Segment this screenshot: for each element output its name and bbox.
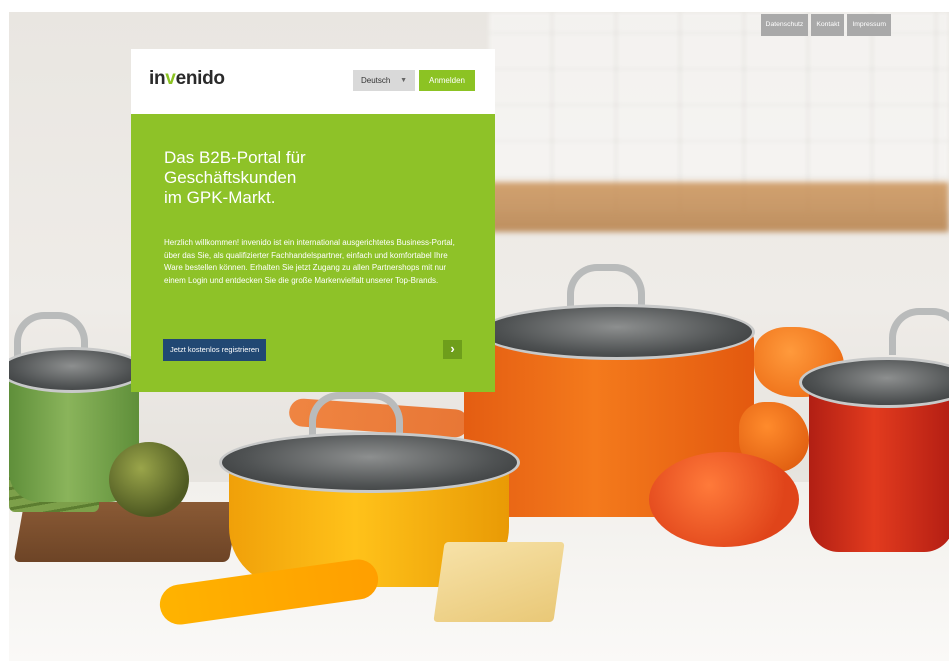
chevron-right-icon[interactable]: › (443, 340, 462, 359)
intro-card: invenido Deutsch ▼ Anmelden Das B2B-Port… (131, 49, 495, 392)
login-button[interactable]: Anmelden (419, 70, 475, 91)
logo-text-prefix: in (149, 68, 166, 89)
orange-pot-lid (479, 304, 755, 360)
yellow-pot-lid (219, 432, 520, 493)
red-pot-handle (889, 308, 949, 355)
privacy-link[interactable]: Datenschutz (760, 14, 809, 36)
language-select[interactable]: Deutsch ▼ (353, 70, 415, 91)
card-header: invenido Deutsch ▼ Anmelden (131, 49, 495, 114)
caret-down-icon: ▼ (400, 77, 407, 84)
green-tomato (109, 442, 189, 517)
headline-line-1: Das B2B-Portal für (164, 148, 306, 167)
orange-pot-handle (567, 264, 645, 309)
headline-line-2: Geschäftskunden (164, 168, 297, 187)
cheese (433, 542, 565, 622)
headline-line-3: im GPK-Markt. (164, 188, 276, 207)
tomato (649, 452, 799, 547)
register-button[interactable]: Jetzt kostenlos registrieren (163, 339, 267, 361)
contact-link[interactable]: Kontakt (811, 14, 845, 36)
intro-text: Herzlich willkommen! invenido ist ein in… (164, 238, 455, 285)
headline: Das B2B-Portal für Geschäftskunden im GP… (164, 148, 464, 208)
logo-text-accent: v (165, 68, 176, 89)
language-label: Deutsch (361, 76, 391, 85)
card-body: Das B2B-Portal für Geschäftskunden im GP… (131, 114, 495, 392)
logo-text-suffix: enido (175, 68, 225, 89)
logo[interactable]: invenido (149, 68, 225, 90)
top-links: Datenschutz Kontakt Impressum (760, 14, 891, 36)
background-shelf (489, 182, 949, 232)
imprint-link[interactable]: Impressum (847, 14, 891, 36)
